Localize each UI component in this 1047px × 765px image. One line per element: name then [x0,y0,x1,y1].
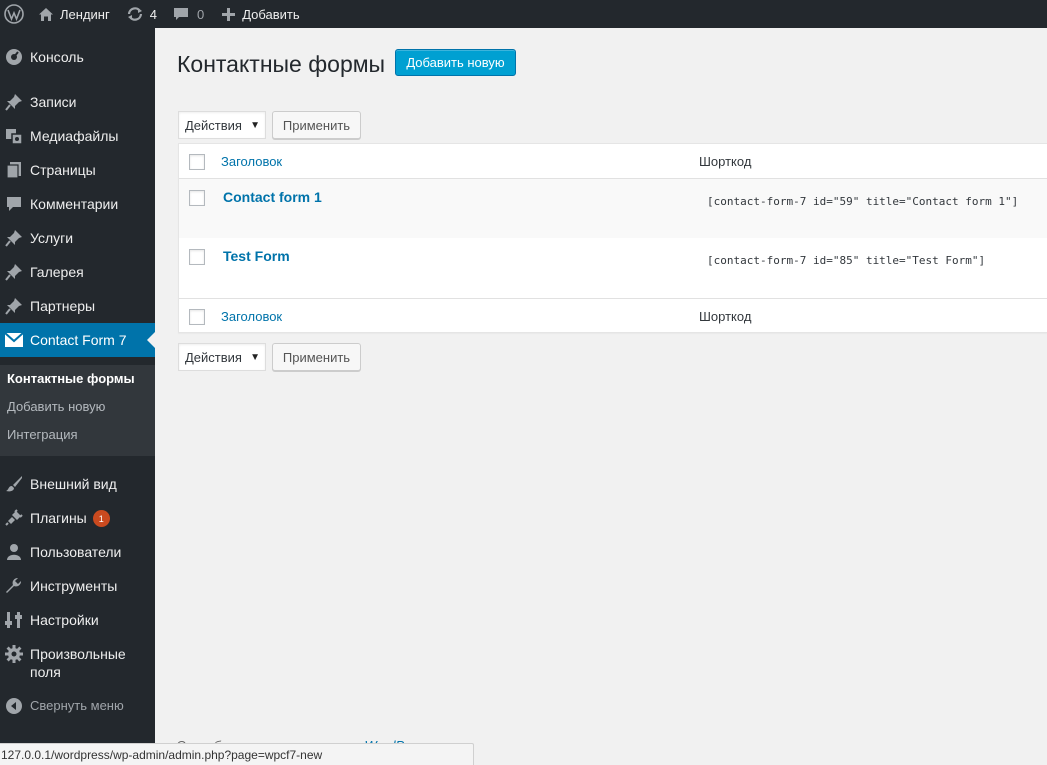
plugin-icon [0,501,29,535]
media-icon [0,119,29,153]
table-row: Contact form 1 [contact-form-7 id="59" t… [179,179,1047,238]
updates-count: 4 [149,6,157,22]
refresh-icon [127,7,142,21]
menu-item-plugins[interactable]: Плагины 1 [0,501,155,535]
shortcode-text: [contact-form-7 id="59" title="Contact f… [707,195,1019,208]
plus-icon [222,7,236,21]
table-row: Test Form [contact-form-7 id="85" title=… [179,238,1047,298]
apply-button-top[interactable]: Применить [272,111,361,139]
page-title: Контактные формы [177,51,386,77]
dropdown-arrow-icon: ▼ [250,120,260,131]
menu-label: Пользователи [30,544,122,560]
form-title-link[interactable]: Contact form 1 [223,189,322,205]
comments-link[interactable]: 0 [173,0,204,28]
wordpress-logo-icon[interactable] [0,0,28,28]
menu-label: Галерея [30,264,84,280]
collapse-label: Свернуть меню [30,698,124,713]
menu-item-partners[interactable]: Партнеры [0,289,155,323]
add-new-button[interactable]: Добавить новую [395,49,516,76]
menu-label: Страницы [30,162,96,178]
menu-item-tools[interactable]: Инструменты [0,569,155,603]
column-title-sort-link-footer[interactable]: Заголовок [221,309,282,324]
menu-label: Инструменты [30,578,118,594]
table-header-row: Заголовок Шорткод [179,144,1047,179]
form-title-link[interactable]: Test Form [223,248,290,264]
admin-bar: Лендинг 4 0 Добавить [0,0,1047,28]
menu-item-dashboard[interactable]: Консоль [0,40,155,74]
menu-item-contact-form-7[interactable]: Contact Form 7 [0,323,155,357]
menu-item-services[interactable]: Услуги [0,221,155,255]
collapse-menu-button[interactable]: Свернуть меню [0,689,155,723]
menu-label: Настройки [30,612,99,628]
table-footer-row: Заголовок Шорткод [179,298,1047,333]
admin-menu: Консоль Записи Медиафайлы Страницы Комме… [0,28,155,765]
select-all-checkbox-footer[interactable] [189,309,205,325]
menu-item-users[interactable]: Пользователи [0,535,155,569]
menu-label: Внешний вид [30,476,117,492]
updates-link[interactable]: 4 [126,0,157,28]
menu-item-pages[interactable]: Страницы [0,153,155,187]
dropdown-arrow-icon: ▼ [250,352,260,363]
submenu-integration[interactable]: Интеграция [7,427,78,442]
column-shortcode-footer: Шорткод [699,309,752,324]
apply-button-bottom[interactable]: Применить [272,343,361,371]
bulk-actions-value: Действия [185,349,242,365]
menu-label: Произвольные поля [30,646,126,680]
menu-item-comments[interactable]: Комментарии [0,187,155,221]
bulk-actions-select-bottom[interactable]: Действия ▼ [178,343,266,371]
menu-item-posts[interactable]: Записи [0,85,155,119]
menu-item-appearance[interactable]: Внешний вид [0,467,155,501]
menu-label: Консоль [30,49,84,65]
dashboard-icon [0,40,29,74]
main-content: Контактные формы Добавить новую Действия… [155,28,1047,765]
menu-label: Партнеры [30,298,96,314]
site-name: Лендинг [60,6,110,22]
menu-item-media[interactable]: Медиафайлы [0,119,155,153]
brush-icon [0,467,29,501]
comments-count: 0 [196,6,205,22]
plugins-update-badge: 1 [92,510,110,528]
pin-icon [0,255,29,289]
pin-icon [0,221,29,255]
contact-form-submenu: Контактные формы Добавить новую Интеграц… [0,365,155,456]
home-icon [39,7,53,21]
column-shortcode-header: Шорткод [699,154,752,169]
site-name-link[interactable]: Лендинг [38,0,110,28]
shortcode-text: [contact-form-7 id="85" title="Test Form… [707,254,986,267]
contact-forms-table: Заголовок Шорткод Contact form 1 [contac… [178,143,1047,333]
row-checkbox[interactable] [189,249,205,265]
browser-status-bar: 127.0.0.1/wordpress/wp-admin/admin.php?p… [0,743,474,765]
menu-label: Комментарии [30,196,119,212]
comment-icon [173,7,188,20]
add-new-label: Добавить [242,6,300,22]
gear-icon [0,645,29,663]
menu-label: Услуги [30,230,74,246]
menu-label: Contact Form 7 [30,332,127,348]
bulk-actions-select-top[interactable]: Действия ▼ [178,111,266,139]
row-checkbox[interactable] [189,190,205,206]
collapse-arrow-icon [0,689,29,723]
menu-item-settings[interactable]: Настройки [0,603,155,637]
add-new-link[interactable]: Добавить [222,0,300,28]
select-all-checkbox[interactable] [189,154,205,170]
submenu-add-new[interactable]: Добавить новую [7,399,105,414]
menu-label: Записи [30,94,77,110]
pin-icon [0,289,29,323]
user-icon [0,535,29,569]
menu-label: Плагины 1 [30,509,110,528]
wrench-icon [0,569,29,603]
comment-icon [0,187,29,221]
menu-item-custom-fields[interactable]: Произвольные поля [0,637,155,689]
pages-icon [0,153,29,187]
bulk-actions-value: Действия [185,117,242,133]
column-title-sort-link[interactable]: Заголовок [221,154,282,169]
status-url: 127.0.0.1/wordpress/wp-admin/admin.php?p… [1,747,323,762]
menu-label: Медиафайлы [30,128,119,144]
menu-item-gallery[interactable]: Галерея [0,255,155,289]
mail-icon [0,323,29,357]
submenu-contact-forms[interactable]: Контактные формы [7,371,135,386]
pin-icon [0,85,29,119]
settings-icon [0,603,29,637]
